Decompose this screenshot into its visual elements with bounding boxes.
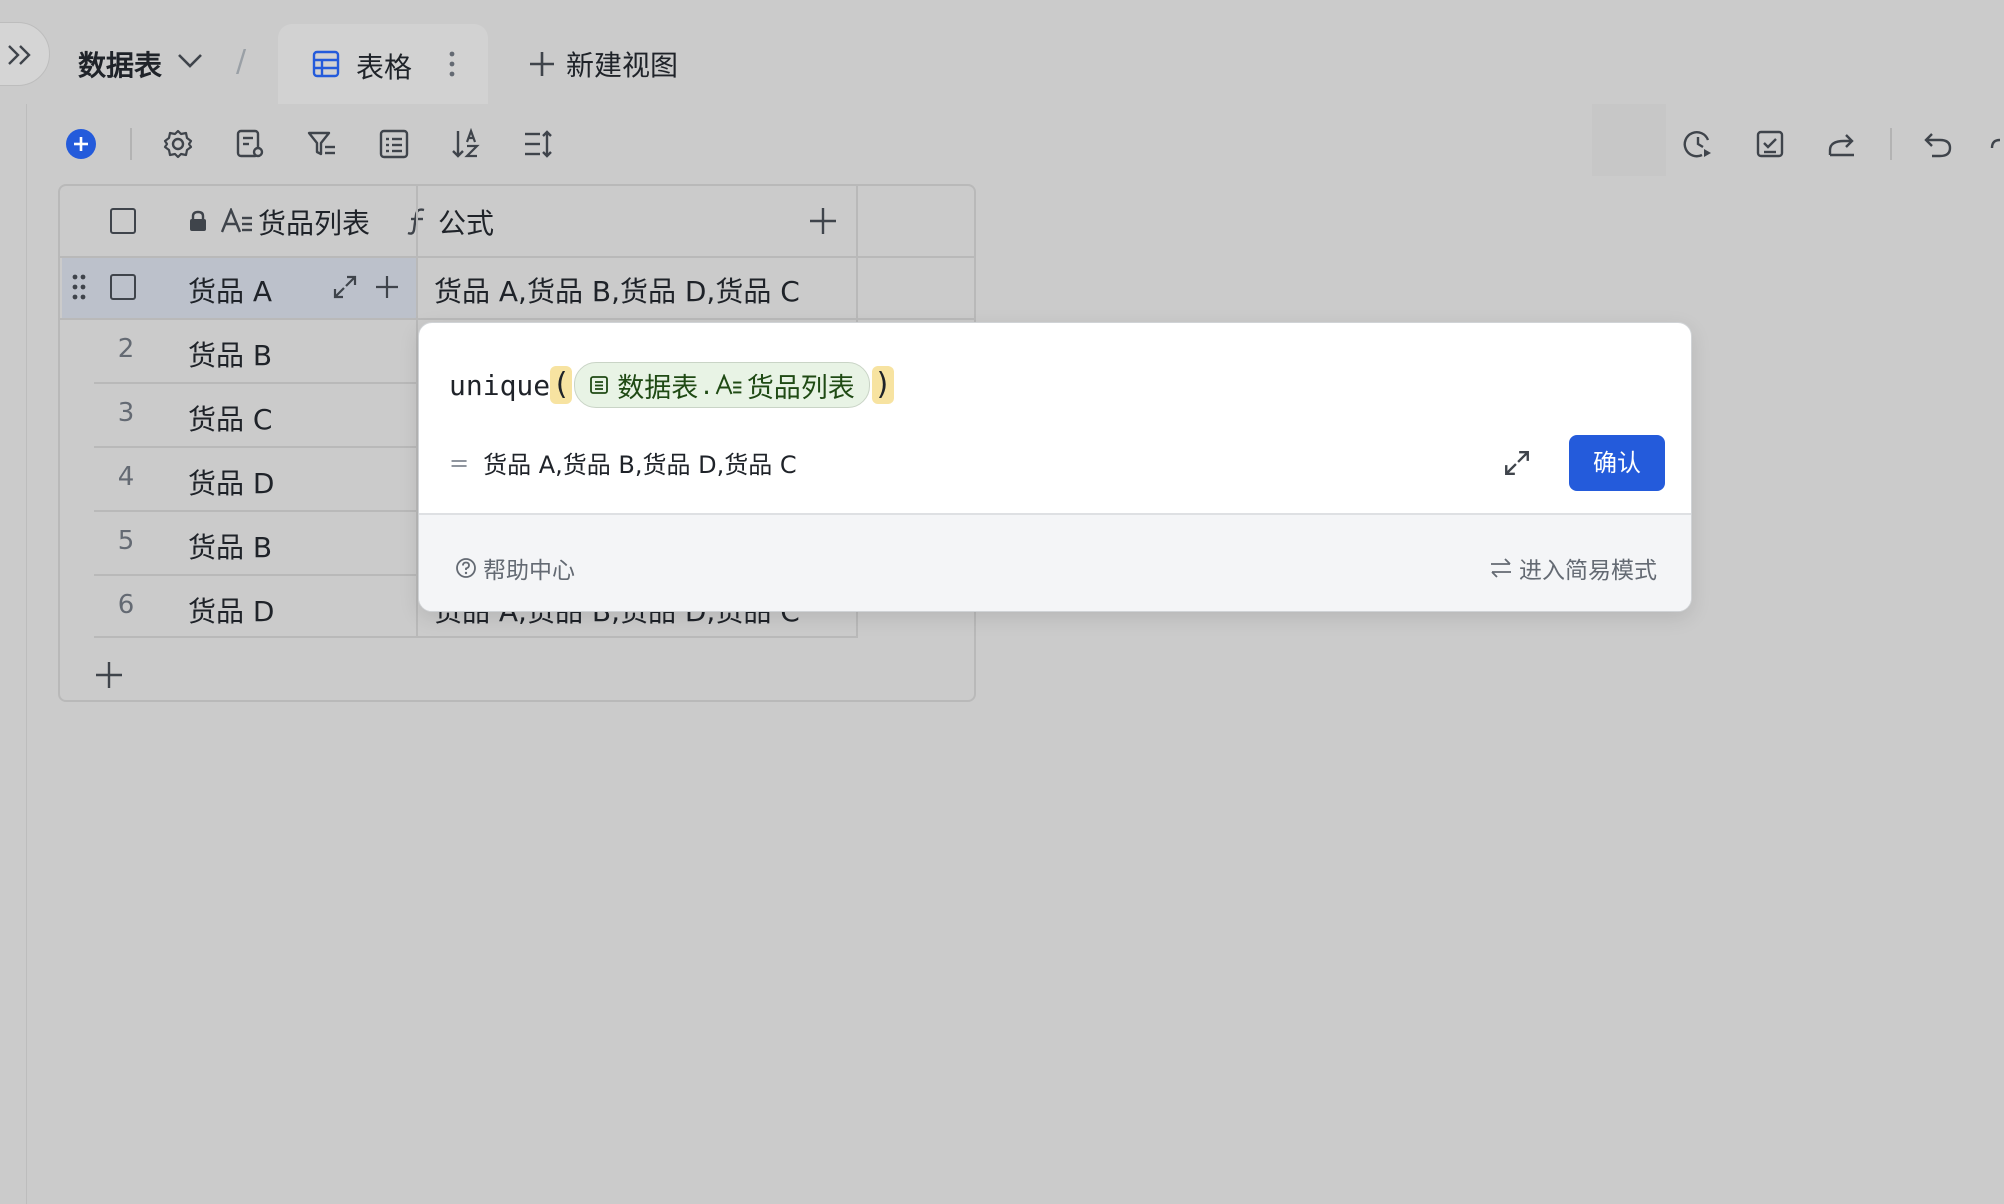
switch-arrows-icon — [1491, 558, 1511, 578]
row-checkbox[interactable] — [110, 274, 136, 300]
group-list-icon[interactable] — [378, 128, 410, 160]
toolbar-divider — [1890, 128, 1892, 160]
undo-icon[interactable] — [1922, 128, 1954, 160]
plus-icon — [74, 137, 88, 151]
sort-icon[interactable] — [450, 128, 482, 160]
table-row-item-cell[interactable]: 货品 A — [188, 270, 272, 310]
help-center-label: 帮助中心 — [483, 558, 575, 584]
settings-gear-icon[interactable] — [162, 128, 194, 160]
more-vertical-icon[interactable] — [448, 50, 456, 78]
help-circle-icon — [456, 558, 476, 578]
expand-editor-icon[interactable] — [1503, 449, 1531, 477]
new-view-button[interactable]: 新建视图 — [528, 44, 678, 84]
row-number: 5 — [117, 526, 135, 556]
table-row-formula-cell[interactable]: 货品 A,货品 B,货品 D,货品 C — [434, 270, 800, 310]
formula-open-paren: ( — [550, 366, 573, 404]
row-divider — [94, 636, 856, 638]
formula-function-name: unique — [449, 368, 551, 402]
formula-preview: = 货品 A,货品 B,货品 D,货品 C — [449, 445, 797, 480]
lock-icon — [190, 210, 206, 231]
reference-field-name: 货品列表 — [746, 372, 855, 404]
formula-editor-popup: unique ( 数据表 . 货品列表 ) = 货品 A,货品 B,货品 D,货… — [418, 322, 1692, 612]
text-field-icon — [715, 374, 742, 395]
top-bar: 数据表 / 表格 新建视图 — [0, 0, 2004, 106]
share-icon[interactable] — [1826, 128, 1858, 160]
table-row-item-cell[interactable]: 货品 B — [188, 526, 272, 566]
formula-result: 货品 A,货品 B,货品 D,货品 C — [483, 451, 797, 479]
table-row-item-cell[interactable]: 货品 B — [188, 334, 272, 374]
new-view-label: 新建视图 — [566, 49, 679, 82]
row-number: 4 — [117, 462, 135, 492]
reference-dot: . — [702, 369, 711, 401]
formula-input[interactable]: unique ( 数据表 . 货品列表 ) — [449, 361, 894, 409]
redo-icon[interactable] — [1990, 128, 2004, 160]
row-number: 2 — [117, 334, 135, 364]
row-height-icon[interactable] — [522, 128, 554, 160]
confirm-button[interactable]: 确认 — [1569, 435, 1665, 491]
filter-icon[interactable] — [306, 128, 338, 160]
equals-sign: = — [449, 448, 470, 477]
plus-icon — [530, 52, 554, 76]
table-row-item-cell[interactable]: 货品 D — [188, 462, 274, 502]
field-settings-icon[interactable] — [234, 128, 266, 160]
history-icon[interactable] — [1682, 128, 1714, 160]
simple-mode-button[interactable]: 进入简易模式 — [1489, 551, 1657, 585]
add-column-icon[interactable] — [808, 206, 838, 236]
add-row-icon[interactable] — [94, 660, 124, 690]
row-number: 3 — [117, 398, 135, 428]
table-icon — [590, 376, 609, 394]
breadcrumb-separator: / — [236, 44, 247, 79]
help-center-link[interactable]: 帮助中心 — [455, 551, 575, 585]
simple-mode-label: 进入简易模式 — [1519, 558, 1657, 584]
expand-sidebar-button[interactable] — [0, 22, 50, 86]
add-row-below-icon[interactable] — [374, 274, 400, 300]
task-check-icon[interactable] — [1754, 128, 1786, 160]
field-reference-chip[interactable]: 数据表 . 货品列表 — [574, 362, 870, 408]
expand-record-icon[interactable] — [332, 274, 358, 300]
tab-grid-view[interactable]: 表格 — [278, 24, 488, 106]
toolbar-divider — [130, 128, 132, 160]
chevron-down-icon[interactable] — [176, 52, 204, 70]
row-number: 6 — [117, 590, 135, 620]
table-row-item-cell[interactable]: 货品 C — [188, 398, 272, 438]
table-name[interactable]: 数据表 — [78, 44, 162, 84]
grid-view-icon — [312, 50, 340, 78]
text-field-icon — [220, 208, 252, 233]
formula-editor-footer: 帮助中心 进入简易模式 — [419, 513, 1691, 611]
double-chevron-right-icon — [8, 45, 31, 65]
row-divider — [60, 318, 974, 320]
column-header-item-list[interactable]: 货品列表 — [258, 202, 370, 242]
table-row-item-cell[interactable]: 货品 D — [188, 590, 274, 630]
formula-close-paren: ) — [871, 366, 894, 404]
tab-label: 表格 — [356, 51, 413, 84]
toolbar-placeholder — [1592, 104, 1666, 176]
formula-icon — [407, 208, 425, 235]
select-all-checkbox[interactable] — [110, 208, 136, 234]
add-record-button[interactable] — [66, 129, 96, 159]
reference-table-name: 数据表 — [617, 372, 699, 404]
column-header-formula[interactable]: 公式 — [438, 202, 494, 242]
drag-handle-icon[interactable] — [72, 274, 86, 300]
